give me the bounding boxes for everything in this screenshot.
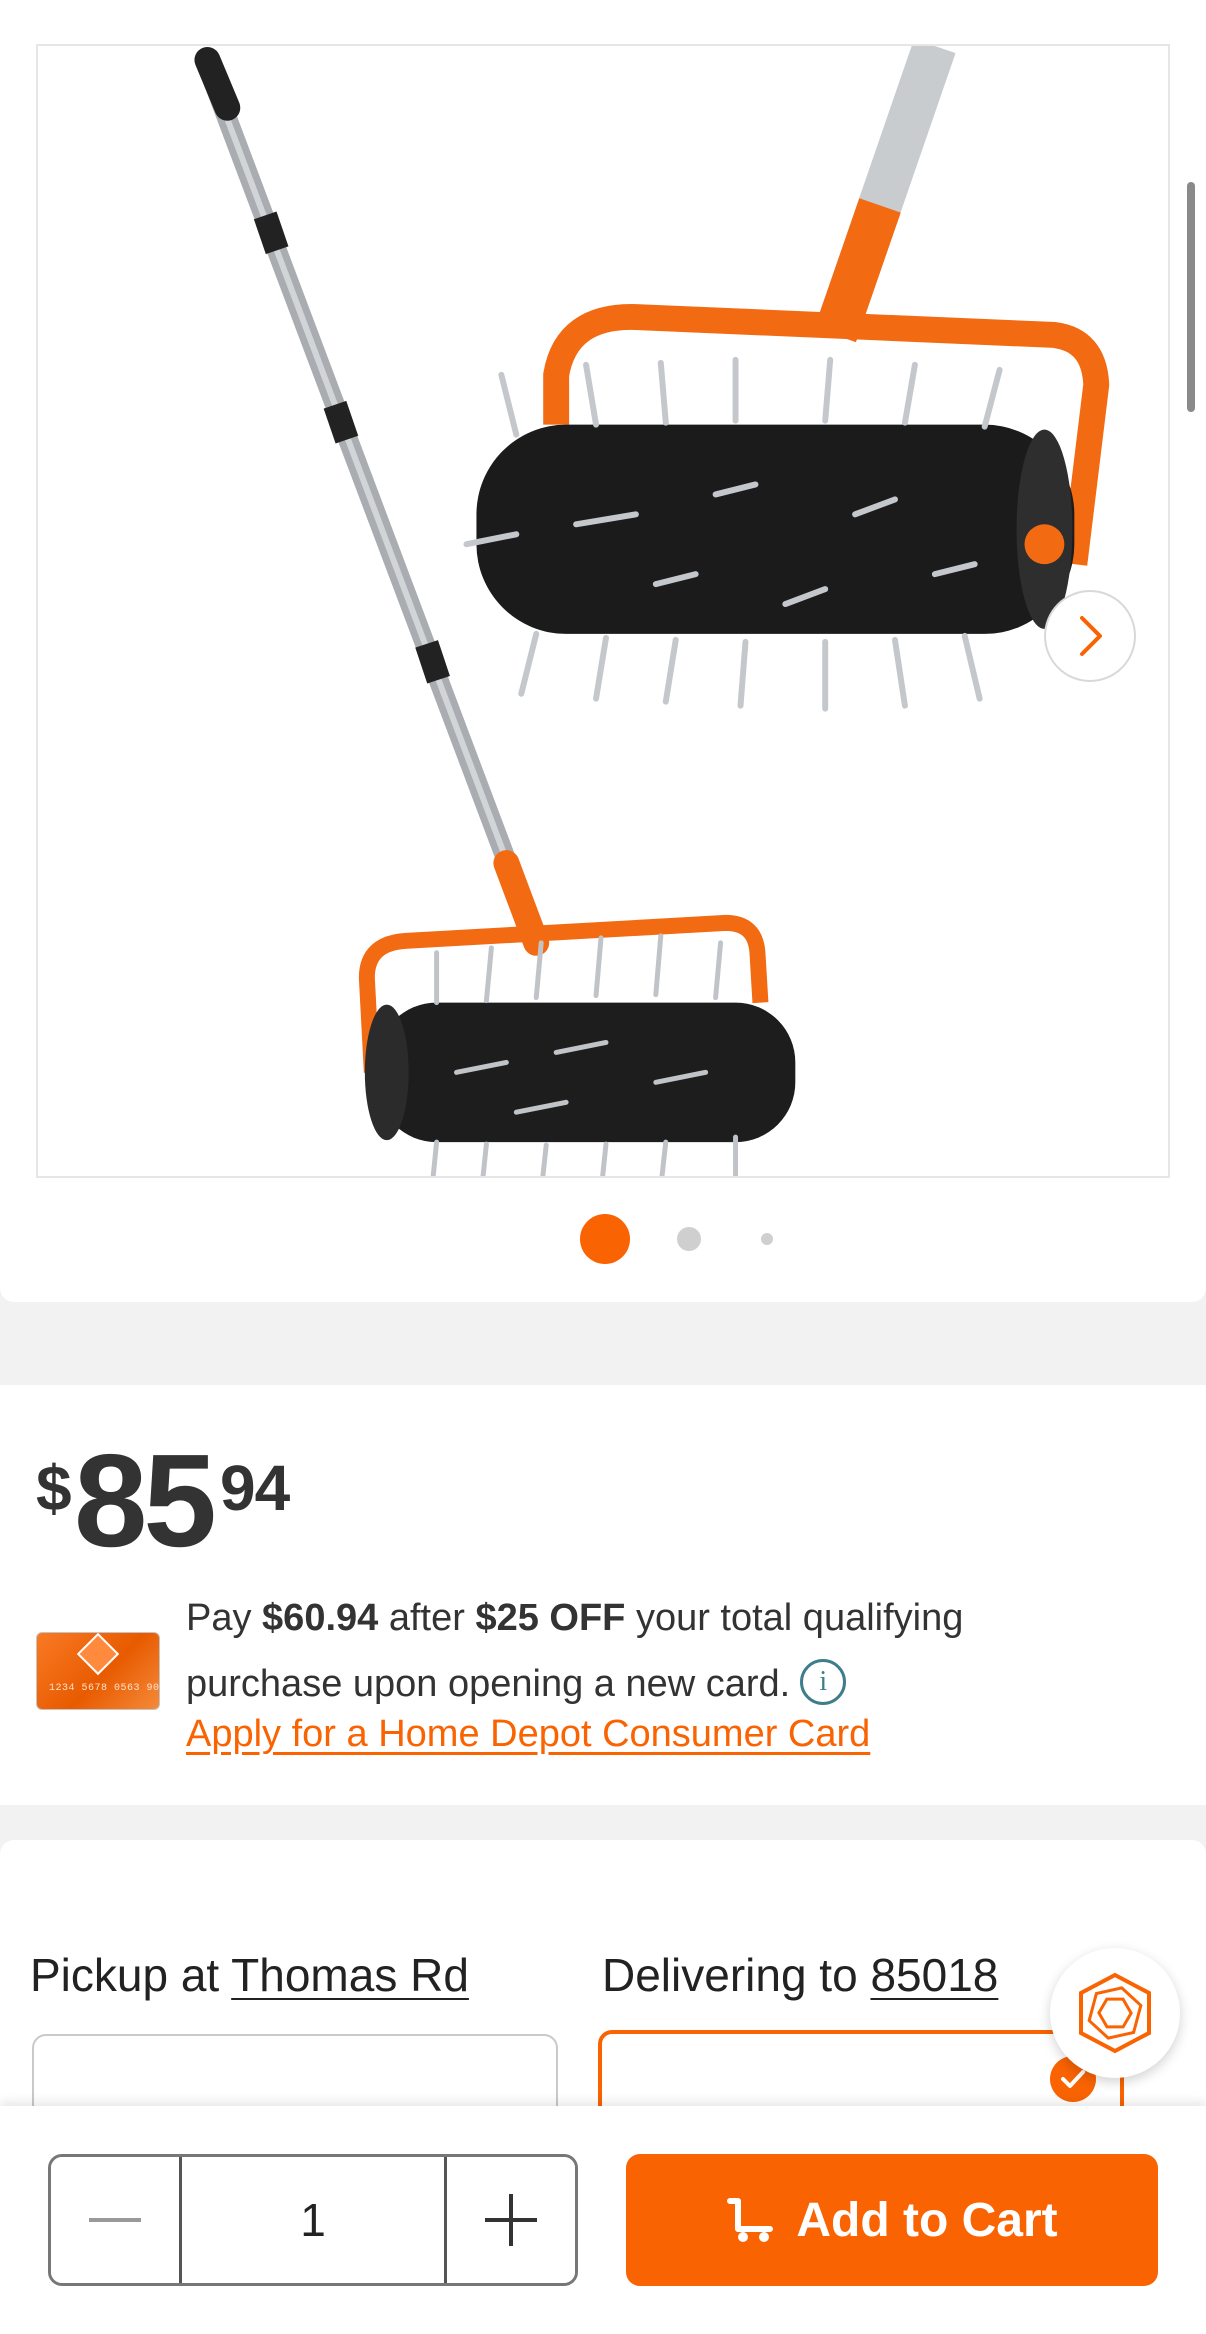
minus-icon <box>89 2218 141 2222</box>
home-depot-logo-icon <box>76 1633 120 1676</box>
pagination-dot[interactable] <box>761 1233 773 1245</box>
info-icon[interactable]: i <box>800 1659 847 1705</box>
add-to-cart-label: Add to Cart <box>796 2193 1058 2247</box>
image-gallery <box>0 0 1206 1302</box>
pickup-store-link[interactable]: Thomas Rd <box>231 1949 469 2001</box>
delivery-zip-link[interactable]: 85018 <box>870 1949 998 2001</box>
chevron-right-icon <box>1080 616 1102 656</box>
promo-text-after: after <box>378 1597 476 1639</box>
increase-quantity-button[interactable] <box>447 2157 575 2283</box>
pagination-dot[interactable] <box>677 1227 701 1251</box>
scrollbar[interactable] <box>1187 182 1195 412</box>
plus-icon <box>485 2194 537 2246</box>
product-image[interactable] <box>36 44 1170 1178</box>
delivery-prefix: Delivering to <box>602 1949 871 2001</box>
pickup-heading: Pickup at Thomas Rd <box>30 1948 469 2002</box>
apply-card-link[interactable]: Apply for a Home Depot Consumer Card <box>186 1713 870 1756</box>
price-dollars: 85 <box>74 1427 217 1574</box>
hexagon-chat-icon <box>1079 1972 1151 2054</box>
gallery-pagination <box>0 1214 1206 1264</box>
price-currency: $ <box>36 1452 72 1524</box>
quantity-input[interactable]: 1 <box>179 2157 447 2283</box>
chat-assistant-button[interactable] <box>1050 1948 1180 2078</box>
quantity-stepper: 1 <box>48 2154 578 2286</box>
pickup-prefix: Pickup at <box>30 1949 232 2001</box>
card-promo-text: Pay $60.94 after $25 OFF your total qual… <box>186 1585 1086 1717</box>
sticky-cart-bar: 1 Add to Cart <box>0 2106 1206 2334</box>
pagination-dot-active[interactable] <box>580 1214 630 1264</box>
product-page: $ 85 94 1234 5678 0563 9024 Pay $60.94 a… <box>0 0 1206 2334</box>
credit-card-image: 1234 5678 0563 9024 <box>36 1632 160 1710</box>
delivery-heading: Delivering to 85018 <box>602 1948 998 2002</box>
card-number: 1234 5678 0563 9024 <box>49 1683 160 1694</box>
price-section: $ 85 94 1234 5678 0563 9024 Pay $60.94 a… <box>0 1385 1206 1805</box>
promo-discount: $25 OFF <box>475 1597 626 1639</box>
decrease-quantity-button[interactable] <box>51 2157 179 2283</box>
cart-icon <box>726 2197 774 2243</box>
price-cents: 94 <box>220 1452 290 1524</box>
promo-amount: $60.94 <box>262 1597 379 1639</box>
add-to-cart-button[interactable]: Add to Cart <box>626 2154 1158 2286</box>
promo-text-pay: Pay <box>186 1597 263 1639</box>
next-image-button[interactable] <box>1044 590 1136 682</box>
